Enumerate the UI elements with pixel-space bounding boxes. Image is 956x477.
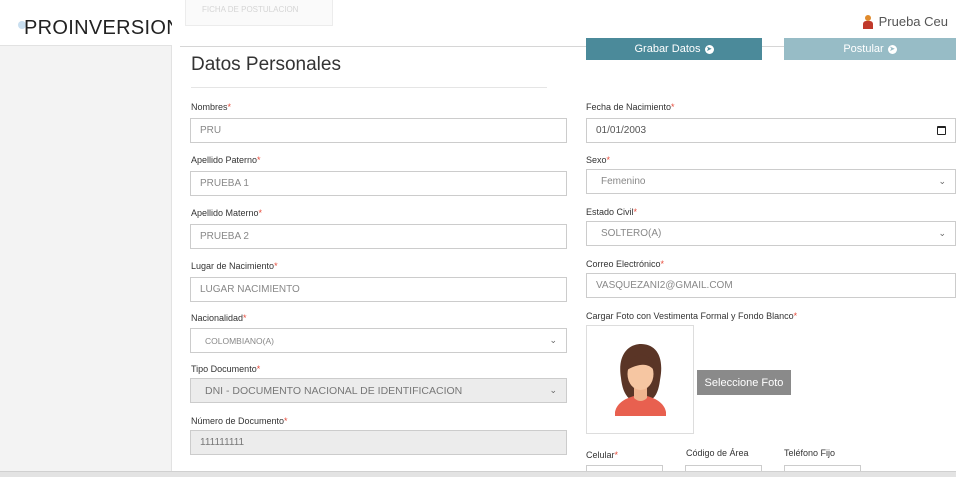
numero-documento-input[interactable]: 111111111 — [190, 430, 567, 455]
user-menu[interactable]: Prueba Ceu — [862, 14, 948, 29]
chevron-down-icon: ⌄ — [938, 228, 946, 238]
estado-civil-label: Estado Civil* — [586, 207, 638, 217]
page-tab[interactable]: FICHA DE POSTULACION — [185, 0, 333, 26]
nombres-input[interactable]: PRU — [190, 118, 567, 143]
save-data-label: Grabar Datos — [634, 43, 701, 55]
calendar-icon[interactable] — [937, 126, 946, 135]
fecha-nacimiento-input[interactable]: 01/01/2003 — [586, 118, 956, 143]
arrow-right-circle-icon: ➤ — [704, 44, 714, 54]
telefono-fijo-label: Teléfono Fijo — [784, 448, 836, 458]
tipo-documento-label: Tipo Documento* — [191, 364, 261, 374]
user-name: Prueba Ceu — [878, 14, 948, 29]
postulate-button[interactable]: Postular ➤ — [784, 38, 956, 60]
chevron-down-icon: ⌄ — [938, 176, 946, 186]
nacionalidad-label: Nacionalidad* — [191, 313, 247, 323]
tipo-documento-select[interactable]: DNI - DOCUMENTO NACIONAL DE IDENTIFICACI… — [190, 378, 567, 403]
select-photo-button[interactable]: Seleccione Foto — [697, 370, 791, 395]
brand-bar: PROINVERSION — [0, 0, 181, 46]
brand-logo[interactable]: PROINVERSION — [24, 17, 181, 40]
save-data-button[interactable]: Grabar Datos ➤ — [586, 38, 762, 60]
title-divider — [191, 87, 547, 88]
apellido-paterno-label: Apellido Paterno* — [191, 155, 261, 165]
female-avatar-icon — [615, 344, 666, 416]
apellido-paterno-input[interactable]: PRUEBA 1 — [190, 171, 567, 196]
correo-label: Correo Electrónico* — [586, 259, 665, 269]
chevron-down-icon: ⌄ — [549, 335, 557, 345]
fecha-nacimiento-label: Fecha de Nacimiento* — [586, 102, 675, 112]
celular-label: Celular* — [586, 450, 619, 460]
sexo-label: Sexo* — [586, 155, 611, 165]
postulate-label: Postular — [843, 43, 884, 55]
estado-civil-select[interactable]: SOLTERO(A) ⌄ — [586, 221, 956, 246]
chevron-down-icon: ⌄ — [549, 385, 557, 395]
nombres-label: Nombres* — [191, 102, 232, 112]
nacionalidad-select[interactable]: COLOMBIANO(A) ⌄ — [190, 328, 567, 353]
apellido-materno-input[interactable]: PRUEBA 2 — [190, 224, 567, 249]
numero-documento-label: Número de Documento* — [191, 416, 288, 426]
arrow-right-circle-icon: ➤ — [887, 44, 897, 54]
section-title: Datos Personales — [191, 54, 341, 75]
sidebar — [0, 0, 172, 477]
sexo-select[interactable]: Femenino ⌄ — [586, 169, 956, 194]
personal-data-card: Datos Personales — [180, 46, 956, 471]
lugar-nacimiento-input[interactable]: LUGAR NACIMIENTO — [190, 277, 567, 302]
horizontal-scrollbar[interactable] — [0, 471, 956, 477]
user-avatar-icon — [862, 14, 873, 29]
apellido-materno-label: Apellido Materno* — [191, 208, 263, 218]
correo-input[interactable]: VASQUEZANI2@GMAIL.COM — [586, 273, 956, 298]
codigo-area-label: Código de Área — [686, 448, 749, 458]
foto-label: Cargar Foto con Vestimenta Formal y Fond… — [586, 311, 798, 321]
lugar-nacimiento-label: Lugar de Nacimiento* — [191, 261, 278, 271]
photo-preview — [586, 325, 694, 434]
